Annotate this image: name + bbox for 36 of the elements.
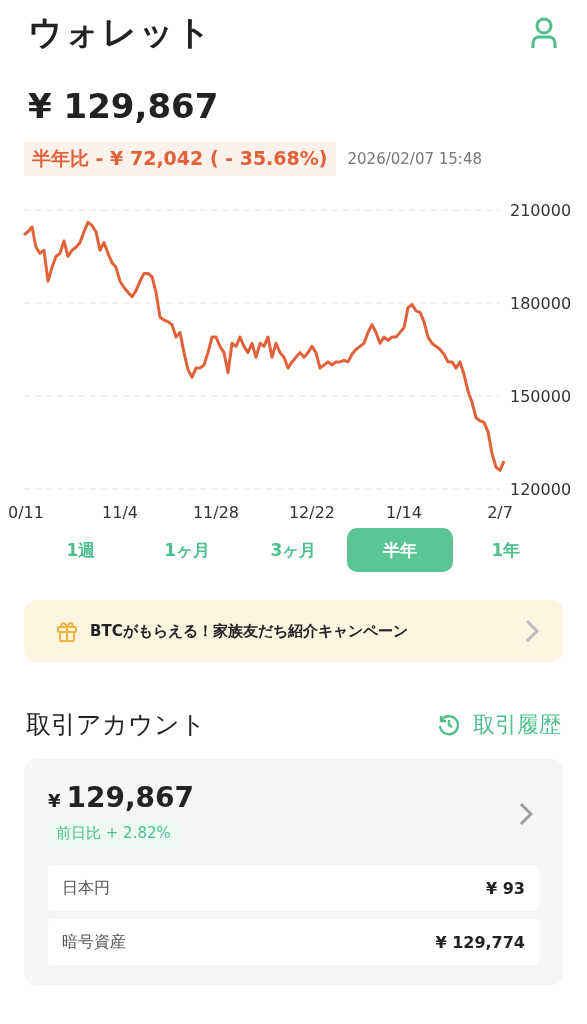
x-axis-label: 2/7 (487, 503, 513, 522)
page-title: ウォレット (28, 11, 213, 54)
currency-sign: ¥ (48, 790, 61, 811)
asset-value: ¥ 93 (486, 878, 525, 898)
chevron-icon (525, 619, 539, 643)
range-tab[interactable]: 1週 (28, 528, 134, 572)
range-tab[interactable]: 1年 (453, 528, 559, 572)
history-icon (437, 712, 461, 737)
user-icon[interactable] (531, 17, 557, 49)
x-axis-label: 11/28 (192, 503, 240, 522)
asset-label: 暗号資産 (62, 931, 126, 953)
account-balance: 129,867 (66, 781, 195, 814)
y-axis-label: 150000 (510, 387, 572, 406)
chevron-icon (519, 802, 533, 826)
total-balance: ¥ 129,867 (28, 86, 220, 126)
y-axis-label: 180000 (510, 294, 572, 313)
y-axis-label: 210000 (510, 201, 572, 220)
gift-icon (56, 620, 78, 642)
y-axis-label: 120000 (510, 480, 572, 499)
asset-value: ¥ 129,774 (435, 932, 525, 952)
period-change: 半年比 - ¥ 72,042 ( - 35.68%) (24, 142, 336, 176)
campaign-banner[interactable]: BTCがもらえる！家族友だち紹介キャンペーン (24, 600, 563, 662)
range-tab[interactable]: 1ヶ月 (134, 528, 241, 572)
x-axis-label: 0/11 (8, 503, 44, 522)
x-axis-label: 12/22 (288, 503, 336, 522)
account-card[interactable]: ¥ 129,867 前日比 + 2.82% 日本円 ¥ 93 暗号資産 ¥ 129,774 (24, 759, 563, 985)
range-tab[interactable]: 3ヶ月 (240, 528, 347, 572)
range-tab[interactable]: 半年 (346, 528, 453, 572)
x-axis-label: 11/4 (102, 503, 138, 522)
daily-change: 前日比 + 2.82% (48, 820, 179, 847)
history-link[interactable]: 取引履歴 (437, 709, 561, 740)
x-axis-label: 1/14 (386, 503, 422, 522)
campaign-text: BTCがもらえる！家族友だち紹介キャンペーン (90, 621, 409, 641)
timestamp: 2026/02/07 15:48 (347, 150, 482, 168)
section-title: 取引アカウント (26, 709, 206, 741)
asset-label: 日本円 (62, 877, 110, 899)
